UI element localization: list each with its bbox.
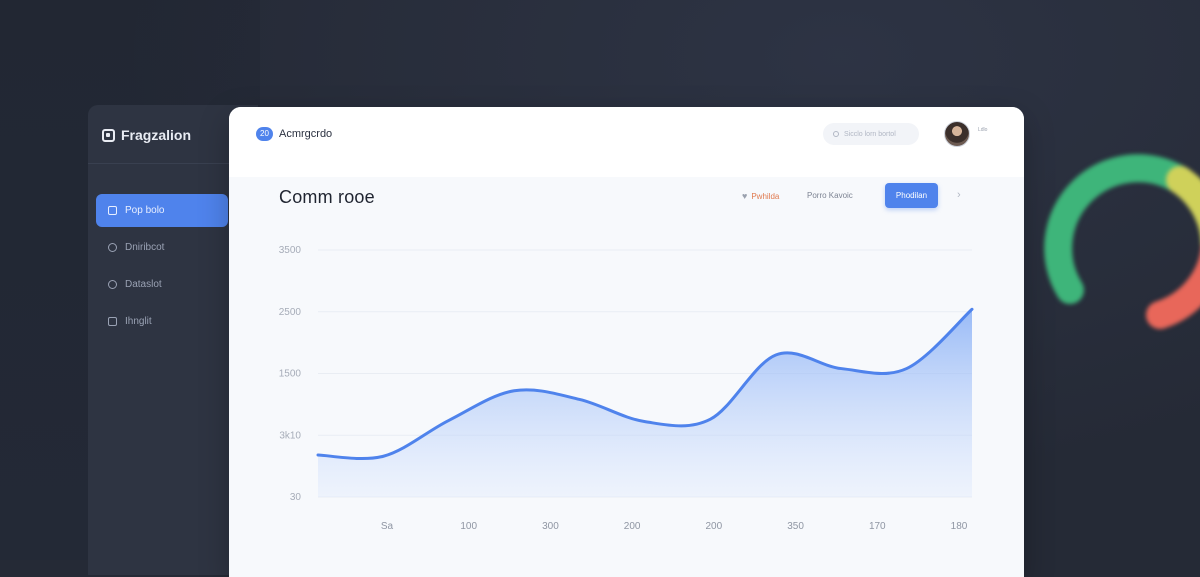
- x-tick-label: 300: [542, 521, 559, 532]
- chart-area-fill: [318, 309, 972, 497]
- main-card: 20 Acmrgcrdo Sicclo lorn bortol Ldlo Com…: [229, 107, 1024, 577]
- avatar[interactable]: [944, 121, 970, 147]
- y-tick-label: 1500: [279, 369, 302, 380]
- x-tick-label: 350: [787, 521, 804, 532]
- y-tick-label: 3k10: [279, 430, 301, 441]
- x-tick-label: 180: [951, 521, 968, 532]
- sidebar-item-label: Dniribcot: [125, 242, 165, 253]
- circle-icon: [108, 243, 117, 252]
- search-icon: [833, 131, 839, 137]
- y-tick-label: 30: [290, 492, 302, 503]
- sidebar-item-1[interactable]: Dniribcot: [96, 231, 228, 264]
- x-tick-label: Sa: [381, 521, 394, 532]
- app-name: Acmrgcrdo: [279, 128, 333, 140]
- decorative-donut: [1044, 154, 1200, 329]
- app-logo-icon: 20: [256, 127, 273, 141]
- area-chart: 3500 2500 1500 3k10 30 Sa 100 300 200 200 350 170 1…: [279, 245, 974, 532]
- brand-name: Fragzalion: [121, 127, 192, 143]
- x-tick-label: 100: [460, 521, 477, 532]
- search-input[interactable]: Sicclo lorn bortol: [823, 123, 919, 145]
- sidebar-item-0[interactable]: Pop bolo: [96, 194, 228, 227]
- content-area: Comm rooe ♥ Pwhilda Porro Kavoic Phodila…: [229, 177, 1024, 577]
- sidebar-item-label: Dataslot: [125, 279, 162, 290]
- sidebar-nav: Pop bolo Dniribcot Dataslot Ihnglit: [96, 194, 228, 342]
- x-tick-label: 200: [706, 521, 723, 532]
- x-tick-label: 170: [869, 521, 886, 532]
- search-placeholder: Sicclo lorn bortol: [844, 130, 896, 138]
- brand[interactable]: Fragzalion: [102, 127, 191, 143]
- circle-icon: [108, 280, 117, 289]
- sidebar-item-label: Ihnglit: [125, 316, 152, 327]
- brand-logo-icon: [102, 128, 115, 142]
- sidebar-item-2[interactable]: Dataslot: [96, 268, 228, 301]
- x-tick-label: 200: [624, 521, 641, 532]
- y-tick-label: 2500: [279, 307, 302, 318]
- sidebar-item-label: Pop bolo: [125, 205, 165, 216]
- sidebar-item-3[interactable]: Ihnglit: [96, 305, 228, 338]
- y-tick-label: 3500: [279, 245, 302, 256]
- avatar-label: Ldlo: [978, 127, 988, 133]
- square-icon: [108, 317, 117, 326]
- topbar: 20 Acmrgcrdo Sicclo lorn bortol Ldlo: [229, 107, 1024, 177]
- grid-icon: [108, 206, 117, 215]
